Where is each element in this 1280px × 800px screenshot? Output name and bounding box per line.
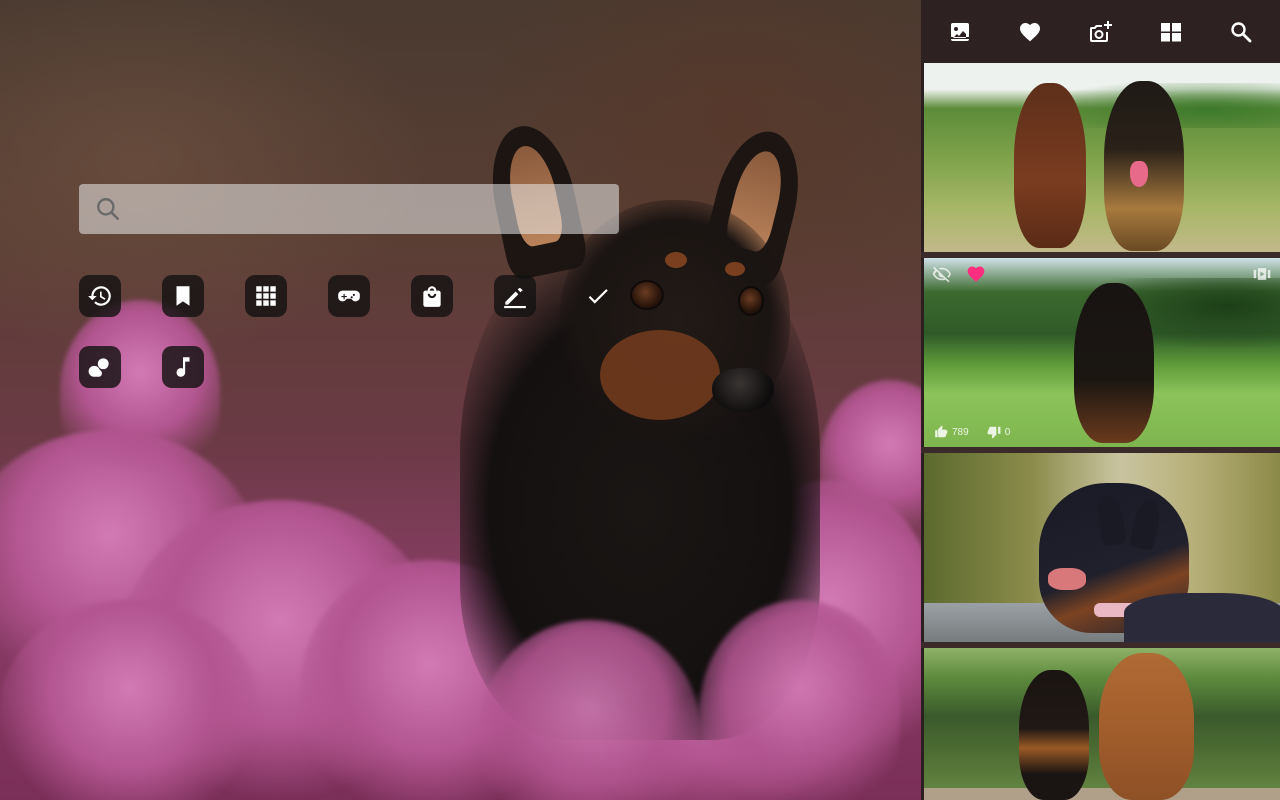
- gallery-button[interactable]: [1151, 12, 1191, 52]
- wallpaper-thumbnail-active[interactable]: 789 0: [924, 258, 1280, 447]
- pencil-icon: [504, 287, 526, 309]
- hide-icon[interactable]: [932, 264, 952, 289]
- thumbs-up-icon[interactable]: [934, 425, 948, 439]
- dislikes-count: 0: [1004, 426, 1011, 438]
- search-input[interactable]: [133, 184, 619, 234]
- history-icon: [88, 286, 111, 306]
- add-photo-button[interactable]: [1080, 12, 1120, 52]
- apps-grid-icon: [256, 286, 276, 306]
- search-icon: [1231, 21, 1252, 42]
- quick-link-apps[interactable]: [245, 275, 287, 317]
- slideshow-icon[interactable]: [1252, 264, 1272, 289]
- favorite-heart-icon[interactable]: [966, 264, 986, 289]
- quick-link-tasks[interactable]: [577, 275, 619, 317]
- thumbnail-divider: [921, 252, 1280, 258]
- music-note-icon: [176, 357, 190, 377]
- quick-link-games[interactable]: [328, 275, 370, 317]
- quick-link-bookmarks[interactable]: [162, 275, 204, 317]
- wallpaper-button[interactable]: [940, 12, 980, 52]
- wallpaper-thumbnail[interactable]: [924, 648, 1280, 800]
- panel-toolbar: [921, 0, 1280, 63]
- wallpaper-thumbnail[interactable]: [924, 453, 1280, 642]
- wallpaper-thumbnail[interactable]: [924, 63, 1280, 252]
- bookmark-icon: [176, 286, 190, 306]
- quick-link-music[interactable]: [162, 346, 204, 388]
- shopping-bag-icon: [423, 286, 441, 307]
- thumbnail-divider: [921, 447, 1280, 453]
- search-icon: [95, 196, 121, 222]
- favorites-button[interactable]: [1010, 12, 1050, 52]
- add-photo-icon: [1090, 20, 1113, 42]
- gamepad-icon: [338, 290, 360, 302]
- thumbs-down-icon[interactable]: [987, 425, 1001, 439]
- thumbnail-divider: [921, 642, 1280, 648]
- wallpaper-icon: [951, 22, 970, 41]
- photo-votes: 789 0: [934, 425, 1010, 439]
- quick-link-history[interactable]: [79, 275, 121, 317]
- photo-actions: [932, 264, 986, 289]
- likes-count: 789: [952, 426, 969, 438]
- quick-link-shopping[interactable]: [411, 275, 453, 317]
- quick-link-weather[interactable]: [79, 346, 121, 388]
- search-bar[interactable]: [79, 184, 619, 234]
- panel-search-button[interactable]: [1221, 12, 1261, 52]
- windows-grid-icon: [1160, 22, 1181, 41]
- heart-icon: [1020, 22, 1041, 41]
- checkmark-icon: [588, 289, 608, 304]
- weather-icon: [88, 358, 109, 377]
- quick-link-notes[interactable]: [494, 275, 536, 317]
- background-photo: [0, 0, 921, 800]
